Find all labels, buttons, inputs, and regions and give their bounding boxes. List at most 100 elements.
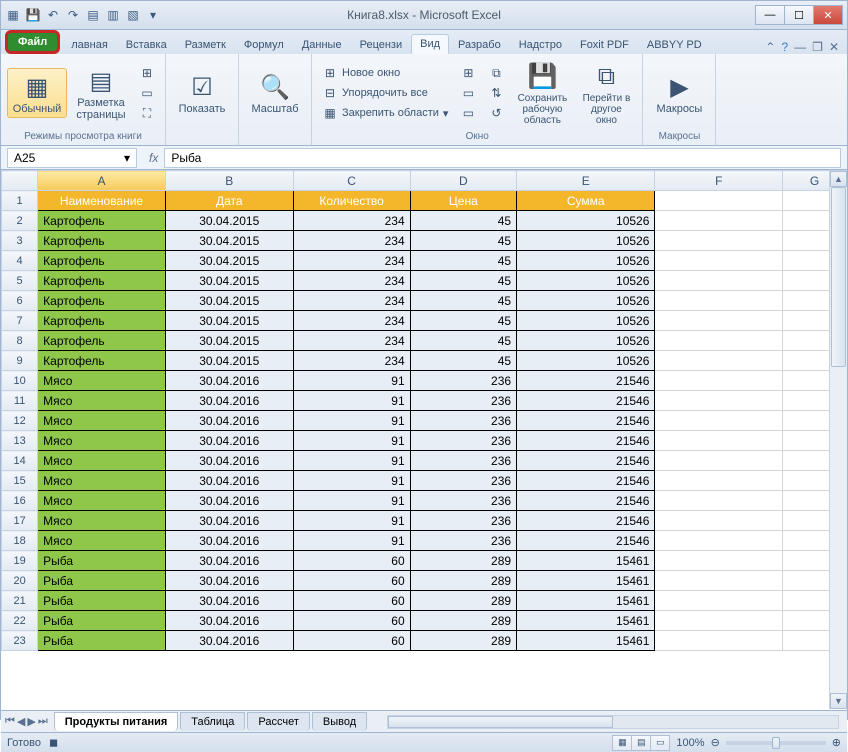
- qat-icon-1[interactable]: ▤: [85, 7, 101, 23]
- undo-icon[interactable]: ↶: [45, 7, 61, 23]
- row-header[interactable]: 8: [2, 331, 38, 351]
- data-cell[interactable]: 45: [410, 271, 516, 291]
- data-cell[interactable]: 10526: [517, 331, 655, 351]
- data-cell[interactable]: 10526: [517, 271, 655, 291]
- data-cell[interactable]: Мясо: [38, 511, 166, 531]
- table-header-cell[interactable]: Цена: [410, 191, 516, 211]
- row-header[interactable]: 22: [2, 611, 38, 631]
- data-cell[interactable]: 234: [293, 331, 410, 351]
- sheet-tab[interactable]: Рассчет: [247, 712, 310, 731]
- doc-close-icon[interactable]: ✕: [829, 40, 839, 54]
- empty-cell[interactable]: [655, 471, 783, 491]
- data-cell[interactable]: 21546: [517, 491, 655, 511]
- data-cell[interactable]: Картофель: [38, 231, 166, 251]
- vertical-scrollbar[interactable]: ▲ ▼: [829, 171, 847, 709]
- empty-cell[interactable]: [655, 291, 783, 311]
- data-cell[interactable]: 21546: [517, 411, 655, 431]
- pagebreak-preview-button[interactable]: ⊞: [135, 64, 159, 82]
- empty-cell[interactable]: [655, 211, 783, 231]
- tab-layout[interactable]: Разметк: [176, 35, 235, 54]
- data-cell[interactable]: 236: [410, 451, 516, 471]
- data-cell[interactable]: 30.04.2015: [165, 211, 293, 231]
- row-header[interactable]: 14: [2, 451, 38, 471]
- data-cell[interactable]: 30.04.2016: [165, 631, 293, 651]
- formula-input[interactable]: Рыба: [164, 148, 841, 168]
- empty-cell[interactable]: [655, 591, 783, 611]
- data-cell[interactable]: 21546: [517, 511, 655, 531]
- sheet-tab[interactable]: Продукты питания: [54, 712, 179, 731]
- col-header-A[interactable]: A: [38, 171, 166, 191]
- empty-cell[interactable]: [655, 251, 783, 271]
- data-cell[interactable]: 91: [293, 511, 410, 531]
- tab-data[interactable]: Данные: [293, 35, 351, 54]
- data-cell[interactable]: 45: [410, 231, 516, 251]
- data-cell[interactable]: 45: [410, 311, 516, 331]
- data-cell[interactable]: 10526: [517, 251, 655, 271]
- data-cell[interactable]: Картофель: [38, 331, 166, 351]
- data-cell[interactable]: Рыба: [38, 611, 166, 631]
- maximize-button[interactable]: ☐: [784, 5, 814, 25]
- data-cell[interactable]: 10526: [517, 291, 655, 311]
- data-cell[interactable]: 91: [293, 411, 410, 431]
- view-pagelayout-statusbtn[interactable]: ▤: [631, 735, 651, 751]
- data-cell[interactable]: Картофель: [38, 351, 166, 371]
- zoom-thumb[interactable]: [772, 737, 780, 749]
- sheet-nav-last-icon[interactable]: ⏭: [38, 715, 48, 728]
- data-cell[interactable]: 236: [410, 531, 516, 551]
- empty-cell[interactable]: [655, 531, 783, 551]
- macros-button[interactable]: ▶ Макросы: [649, 68, 709, 118]
- sheet-nav-prev-icon[interactable]: ◀: [17, 715, 25, 728]
- syncscroll-button[interactable]: ⇅: [484, 84, 508, 102]
- empty-cell[interactable]: [655, 551, 783, 571]
- empty-cell[interactable]: [655, 331, 783, 351]
- tab-review[interactable]: Рецензи: [351, 35, 412, 54]
- row-header[interactable]: 9: [2, 351, 38, 371]
- col-header-C[interactable]: C: [293, 171, 410, 191]
- data-cell[interactable]: 30.04.2016: [165, 611, 293, 631]
- data-cell[interactable]: Рыба: [38, 551, 166, 571]
- empty-cell[interactable]: [655, 231, 783, 251]
- data-cell[interactable]: 21546: [517, 431, 655, 451]
- col-header-corner[interactable]: [2, 171, 38, 191]
- data-cell[interactable]: 10526: [517, 351, 655, 371]
- row-header[interactable]: 20: [2, 571, 38, 591]
- tab-abbyy[interactable]: ABBYY PD: [638, 35, 711, 54]
- data-cell[interactable]: 289: [410, 611, 516, 631]
- row-header[interactable]: 3: [2, 231, 38, 251]
- data-cell[interactable]: 236: [410, 511, 516, 531]
- view-pagelayout-button[interactable]: ▤ Разметка страницы: [71, 62, 131, 124]
- data-cell[interactable]: 236: [410, 411, 516, 431]
- fullscreen-button[interactable]: ⛶: [135, 104, 159, 122]
- col-header-F[interactable]: F: [655, 171, 783, 191]
- zoom-button[interactable]: 🔍 Масштаб: [245, 68, 305, 118]
- data-cell[interactable]: 30.04.2016: [165, 511, 293, 531]
- tab-foxit[interactable]: Foxit PDF: [571, 35, 638, 54]
- data-cell[interactable]: Рыба: [38, 591, 166, 611]
- redo-icon[interactable]: ↷: [65, 7, 81, 23]
- sheet-nav-first-icon[interactable]: ⏮: [5, 715, 15, 728]
- data-cell[interactable]: Мясо: [38, 371, 166, 391]
- data-cell[interactable]: 15461: [517, 571, 655, 591]
- fx-icon[interactable]: fx: [143, 151, 164, 165]
- arrange-all-button[interactable]: ⊟Упорядочить все: [318, 84, 452, 102]
- vscroll-thumb[interactable]: [831, 187, 846, 367]
- tab-insert[interactable]: Вставка: [117, 35, 176, 54]
- data-cell[interactable]: 236: [410, 391, 516, 411]
- col-header-D[interactable]: D: [410, 171, 516, 191]
- row-header[interactable]: 7: [2, 311, 38, 331]
- data-cell[interactable]: 289: [410, 631, 516, 651]
- sheet-nav-next-icon[interactable]: ▶: [27, 715, 35, 728]
- data-cell[interactable]: 236: [410, 371, 516, 391]
- ribbon-minimize-icon[interactable]: ⌃: [765, 40, 775, 54]
- data-cell[interactable]: 15461: [517, 591, 655, 611]
- data-cell[interactable]: 91: [293, 471, 410, 491]
- data-cell[interactable]: Мясо: [38, 431, 166, 451]
- scroll-up-button[interactable]: ▲: [830, 171, 847, 187]
- data-cell[interactable]: 60: [293, 551, 410, 571]
- split-button[interactable]: ⊞: [456, 64, 480, 82]
- switch-windows-button[interactable]: ⧉ Перейти в другое окно: [576, 58, 636, 129]
- empty-cell[interactable]: [655, 351, 783, 371]
- data-cell[interactable]: 30.04.2016: [165, 451, 293, 471]
- row-header[interactable]: 21: [2, 591, 38, 611]
- view-pagebreak-statusbtn[interactable]: ▭: [650, 735, 670, 751]
